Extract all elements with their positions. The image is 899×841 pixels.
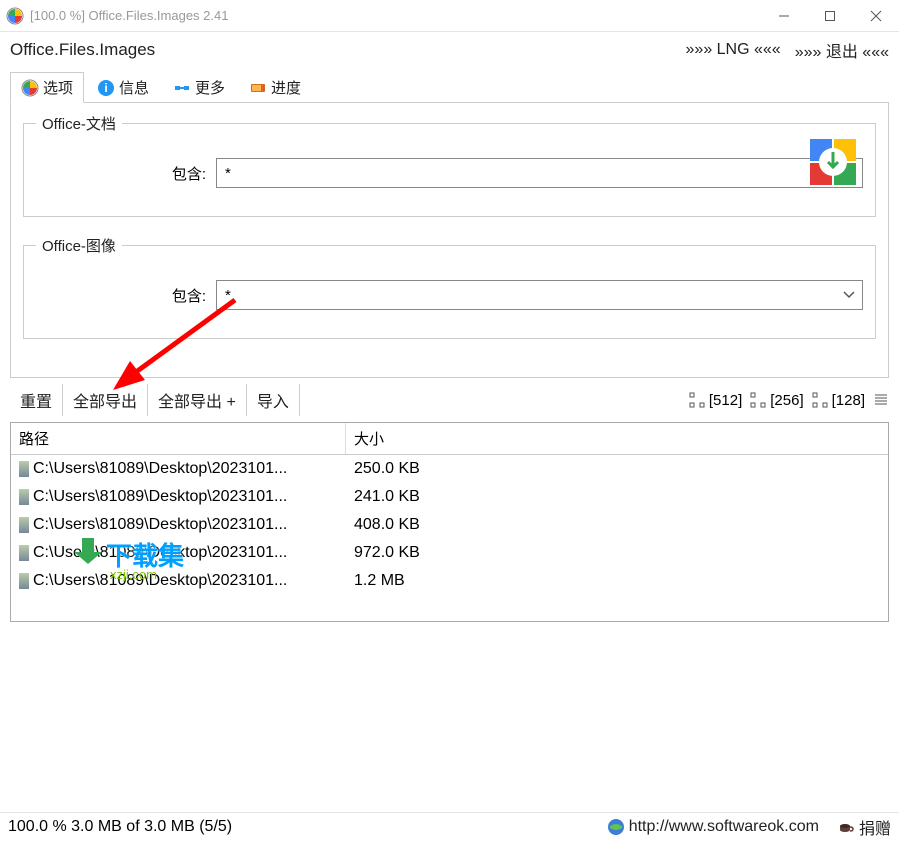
status-bar: 100.0 % 3.0 MB of 3.0 MB (5/5) http://ww… bbox=[0, 812, 899, 840]
lng-link[interactable]: »»» LNG ««« bbox=[686, 41, 781, 59]
images-contains-select[interactable]: * bbox=[216, 280, 863, 310]
progress-icon bbox=[249, 79, 267, 97]
cell-path: C:\Users\81089\Desktop\2023101... bbox=[11, 542, 346, 564]
app-name: Office.Files.Images bbox=[10, 40, 672, 60]
docs-contains-select[interactable]: * bbox=[216, 158, 863, 188]
file-thumb-icon bbox=[19, 489, 29, 505]
cell-path: C:\Users\81089\Desktop\2023101... bbox=[11, 514, 346, 536]
file-thumb-icon bbox=[19, 517, 29, 533]
tab-content: Office-文档 包含: * Office-图像 包含: * bbox=[10, 102, 889, 378]
tab-label: 信息 bbox=[119, 77, 149, 98]
status-progress: 100.0 % 3.0 MB of 3.0 MB (5/5) bbox=[8, 818, 603, 836]
images-contains-label: 包含: bbox=[36, 285, 206, 306]
table-row[interactable]: C:\Users\81089\Desktop\2023101...241.0 K… bbox=[11, 483, 888, 511]
cell-path: C:\Users\81089\Desktop\2023101... bbox=[11, 486, 346, 508]
info-icon: i bbox=[97, 79, 115, 97]
app-icon bbox=[6, 7, 24, 25]
grid-icon bbox=[750, 392, 766, 408]
tab-label: 选项 bbox=[43, 77, 73, 98]
table-row[interactable]: C:\Users\81089\Desktop\2023101...972.0 K… bbox=[11, 539, 888, 567]
website-link[interactable]: http://www.softwareok.com bbox=[629, 818, 819, 836]
images-legend: Office-图像 bbox=[36, 235, 122, 256]
titlebar: [100.0 %] Office.Files.Images 2.41 bbox=[0, 0, 899, 32]
table-row[interactable]: C:\Users\81089\Desktop\2023101...250.0 K… bbox=[11, 455, 888, 483]
tab-label: 更多 bbox=[195, 77, 225, 98]
window-title: [100.0 %] Office.Files.Images 2.41 bbox=[30, 8, 761, 23]
action-row: 重置 全部导出 全部导出 + 导入 [512] [256] [128] bbox=[0, 378, 899, 422]
cell-size: 1.2 MB bbox=[346, 570, 888, 592]
tab-options[interactable]: 选项 bbox=[10, 72, 84, 103]
file-thumb-icon bbox=[19, 573, 29, 589]
cell-size: 250.0 KB bbox=[346, 458, 888, 480]
office-docs-group: Office-文档 包含: * bbox=[23, 113, 876, 217]
svg-text:i: i bbox=[104, 81, 107, 95]
file-thumb-icon bbox=[19, 545, 29, 561]
table-row[interactable]: C:\Users\81089\Desktop\2023101...408.0 K… bbox=[11, 511, 888, 539]
col-path[interactable]: 路径 bbox=[11, 423, 346, 454]
import-button[interactable]: 导入 bbox=[247, 384, 300, 416]
exit-link[interactable]: »»» 退出 ««« bbox=[795, 38, 889, 62]
list-view-button[interactable] bbox=[873, 392, 889, 408]
export-all-plus-button[interactable]: 全部导出 + bbox=[148, 384, 247, 416]
header-row: Office.Files.Images »»» LNG ««« »»» 退出 «… bbox=[0, 32, 899, 68]
table-header: 路径 大小 bbox=[11, 423, 888, 455]
tab-label: 进度 bbox=[271, 77, 301, 98]
close-button[interactable] bbox=[853, 0, 899, 32]
reset-button[interactable]: 重置 bbox=[10, 384, 63, 416]
results-table: 路径 大小 C:\Users\81089\Desktop\2023101...2… bbox=[10, 422, 889, 622]
cell-size: 241.0 KB bbox=[346, 486, 888, 508]
size-512-button[interactable]: [512] bbox=[689, 392, 742, 409]
grid-icon bbox=[812, 392, 828, 408]
coffee-icon bbox=[837, 818, 855, 836]
minimize-button[interactable] bbox=[761, 0, 807, 32]
donate-link[interactable]: 捐赠 bbox=[859, 815, 891, 839]
grid-icon bbox=[689, 392, 705, 408]
tab-progress[interactable]: 进度 bbox=[238, 72, 312, 103]
col-size[interactable]: 大小 bbox=[346, 423, 888, 454]
file-thumb-icon bbox=[19, 461, 29, 477]
cell-path: C:\Users\81089\Desktop\2023101... bbox=[11, 570, 346, 592]
size-buttons: [512] [256] [128] bbox=[689, 392, 889, 409]
side-app-icon bbox=[808, 137, 858, 187]
tab-more[interactable]: 更多 bbox=[162, 72, 236, 103]
cell-size: 972.0 KB bbox=[346, 542, 888, 564]
docs-contains-label: 包含: bbox=[36, 163, 206, 184]
docs-legend: Office-文档 bbox=[36, 113, 122, 134]
options-icon bbox=[21, 79, 39, 97]
size-128-button[interactable]: [128] bbox=[812, 392, 865, 409]
table-row[interactable]: C:\Users\81089\Desktop\2023101...1.2 MB bbox=[11, 567, 888, 595]
size-256-button[interactable]: [256] bbox=[750, 392, 803, 409]
cell-size: 408.0 KB bbox=[346, 514, 888, 536]
maximize-button[interactable] bbox=[807, 0, 853, 32]
export-all-button[interactable]: 全部导出 bbox=[63, 384, 148, 416]
tab-info[interactable]: i 信息 bbox=[86, 72, 160, 103]
cell-path: C:\Users\81089\Desktop\2023101... bbox=[11, 458, 346, 480]
more-icon bbox=[173, 79, 191, 97]
globe-icon bbox=[607, 818, 625, 836]
list-icon bbox=[873, 392, 889, 408]
office-images-group: Office-图像 包含: * bbox=[23, 235, 876, 339]
tabs-bar: 选项 i 信息 更多 进度 bbox=[0, 68, 899, 103]
